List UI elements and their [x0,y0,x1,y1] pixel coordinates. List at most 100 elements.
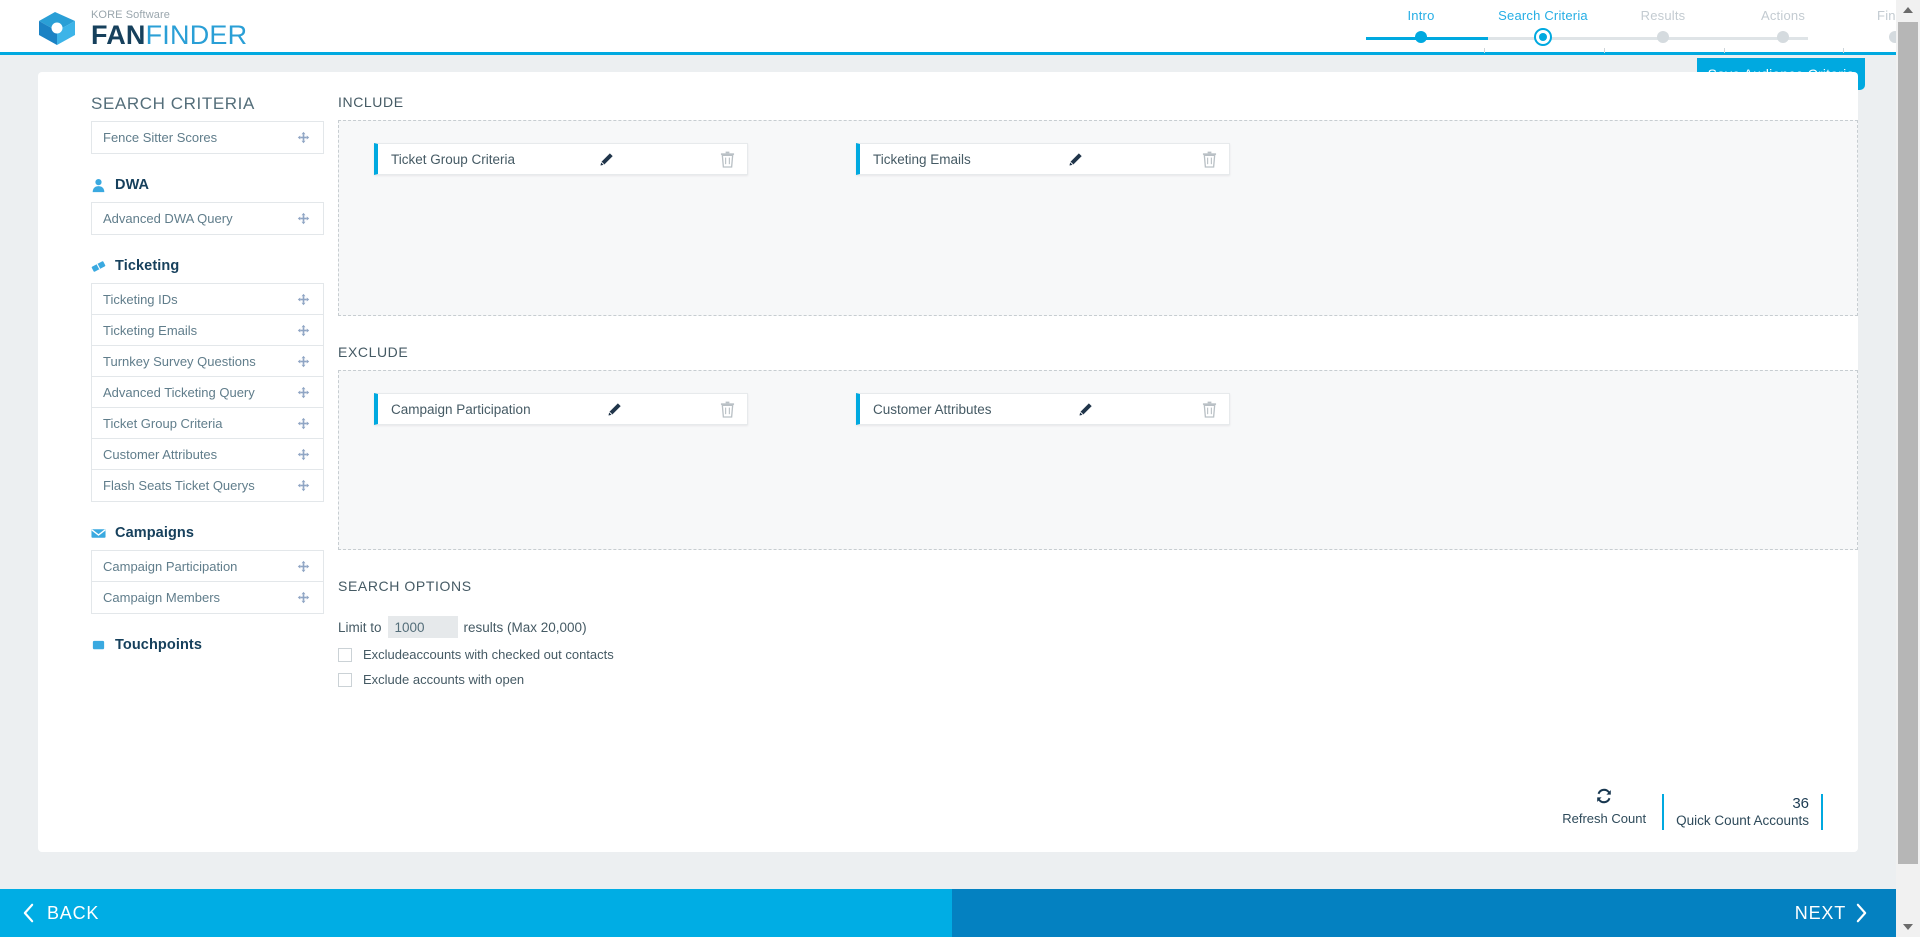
sidebar-item-flash-seats-ticket-querys[interactable]: Flash Seats Ticket Querys [92,470,323,501]
sidebar-group-header: Touchpoints [91,637,338,653]
chip-wrap: Ticket Group Criteria [374,143,856,315]
pencil-icon[interactable] [607,402,622,417]
scrollbar-thumb[interactable] [1898,22,1918,864]
include-chip-ticket-group-criteria[interactable]: Ticket Group Criteria [374,143,748,175]
chevron-left-icon [23,903,34,923]
sidebar-group-header: Campaigns [91,525,338,541]
sidebar-item-advanced-ticketing-query[interactable]: Advanced Ticketing Query [92,377,323,408]
back-label: BACK [47,902,100,923]
move-arrows-icon[interactable] [297,591,310,604]
scroll-up-button[interactable] [1896,0,1920,20]
move-arrows-icon[interactable] [297,448,310,461]
option-exclude-checked-out[interactable]: Excludeaccounts with checked out contact… [338,647,1858,662]
trash-icon[interactable] [720,401,735,418]
sidebar-item-campaign-members[interactable]: Campaign Members [92,582,323,613]
sidebar-item-label: Ticket Group Criteria [103,415,223,431]
move-arrows-icon[interactable] [297,386,310,399]
step-search-criteria[interactable]: Search Criteria [1488,8,1598,46]
exclude-checked-out-checkbox[interactable] [338,647,352,662]
include-dropzone[interactable]: Ticket Group Criteria Ticketing Emails [338,120,1858,316]
trash-icon[interactable] [1202,401,1217,418]
sidebar-item-list: Fence Sitter Scores [91,121,324,154]
refresh-count-button[interactable]: Refresh Count [1556,786,1652,830]
option-label: Excludeaccounts with checked out contact… [363,647,614,662]
wizard-nav: BACK NEXT [0,889,1896,937]
exclude-dropzone[interactable]: Campaign Participation Customer Attribut… [338,370,1858,550]
sidebar-group-label: Ticketing [115,258,180,274]
stepper-tick [1724,48,1725,53]
page-scrollbar[interactable] [1896,0,1920,937]
move-arrows-icon[interactable] [297,212,310,225]
chip-wrap: Ticketing Emails [856,143,1338,315]
quick-count-label: Quick Count Accounts [1676,813,1809,828]
sidebar-title: SEARCH CRITERIA [91,94,255,113]
sidebar-item-turnkey-survey-questions[interactable]: Turnkey Survey Questions [92,346,323,377]
person-icon [92,178,105,192]
sidebar-item-ticketing-emails[interactable]: Ticketing Emails [92,315,323,346]
sidebar-item-label: Fence Sitter Scores [103,130,218,145]
exclude-open-checkbox[interactable] [338,672,352,687]
refresh-icon[interactable] [1594,786,1614,806]
step-label: Results [1640,8,1686,23]
back-button[interactable]: BACK [0,889,952,937]
move-arrows-icon[interactable] [297,324,310,337]
include-section-title: INCLUDE [338,94,404,110]
sidebar-item-label: Customer Attributes [103,446,218,462]
sidebar-item-ticket-group-criteria[interactable]: Ticket Group Criteria [92,408,323,439]
pencil-icon[interactable] [1078,402,1093,417]
step-actions[interactable]: Actions [1728,8,1838,43]
sidebar-item-ticketing-ids[interactable]: Ticketing IDs [92,284,323,315]
brand-name-bold: FAN [91,20,146,50]
pencil-icon[interactable] [599,152,614,167]
trash-icon[interactable] [720,151,735,168]
criteria-builder: INCLUDE Ticket Group Criteria Ticketing … [338,94,1858,697]
sidebar-group-ticketing: Ticketing Ticketing IDs Ticketing Emails… [91,258,338,502]
chip-label: Ticketing Emails [873,151,971,167]
search-options-title: SEARCH OPTIONS [338,578,472,594]
sidebar-item-label: Advanced DWA Query [103,211,233,226]
sidebar-item-label: Ticketing IDs [103,291,178,307]
quick-count-box: 36 Quick Count Accounts [1662,794,1823,830]
move-arrows-icon[interactable] [297,355,310,368]
chip-label: Campaign Participation [391,401,531,417]
sidebar-group-root: Fence Sitter Scores [91,121,338,154]
pencil-icon[interactable] [1068,152,1083,167]
move-arrows-icon[interactable] [297,131,310,144]
move-arrows-icon[interactable] [297,293,310,306]
next-label: NEXT [1794,902,1846,923]
limit-input[interactable] [387,616,458,638]
exclude-chip-campaign-participation[interactable]: Campaign Participation [374,393,748,425]
move-arrows-icon[interactable] [297,479,310,492]
wizard-stepper: Intro Search Criteria Results Actions Fi… [1322,8,1913,53]
sidebar-item-label: Campaign Members [103,590,221,605]
sidebar-item-campaign-participation[interactable]: Campaign Participation [92,551,323,582]
move-arrows-icon[interactable] [297,417,310,430]
include-chip-ticketing-emails[interactable]: Ticketing Emails [856,143,1230,175]
next-button[interactable]: NEXT [952,889,1896,937]
chevron-up-icon [1903,7,1913,13]
sidebar-group-label: DWA [115,177,150,193]
sidebar-item-list: Ticketing IDs Ticketing Emails Turnkey S… [91,283,324,502]
sidebar-item-label: Flash Seats Ticket Querys [103,478,255,493]
limit-suffix-label: results (Max 20,000) [463,619,587,635]
stepper-tick [1484,48,1485,53]
exclude-section-title: EXCLUDE [338,344,409,360]
sidebar-item-customer-attributes[interactable]: Customer Attributes [92,439,323,470]
sidebar-item-fence-sitter-scores[interactable]: Fence Sitter Scores [92,122,323,153]
move-arrows-icon[interactable] [297,560,310,573]
step-results[interactable]: Results [1608,8,1718,43]
brand: KORE Software FANFINDER [36,7,247,49]
scroll-down-button[interactable] [1896,917,1920,937]
sidebar-item-advanced-dwa-query[interactable]: Advanced DWA Query [92,203,323,234]
kore-cube-logo-icon [39,12,75,45]
option-exclude-open[interactable]: Exclude accounts with open [338,672,1858,687]
trash-icon[interactable] [1202,151,1217,168]
step-intro[interactable]: Intro [1366,8,1476,43]
stepper-tick [1843,48,1844,53]
sidebar-group-label: Campaigns [115,525,195,541]
criteria-sidebar[interactable]: SEARCH CRITERIA Fence Sitter Scores DWA … [38,72,338,852]
exclude-chip-customer-attributes[interactable]: Customer Attributes [856,393,1230,425]
step-label: Search Criteria [1498,8,1588,23]
sidebar-item-label: Ticketing Emails [103,322,198,338]
sidebar-item-list: Campaign Participation Campaign Members [91,550,324,614]
